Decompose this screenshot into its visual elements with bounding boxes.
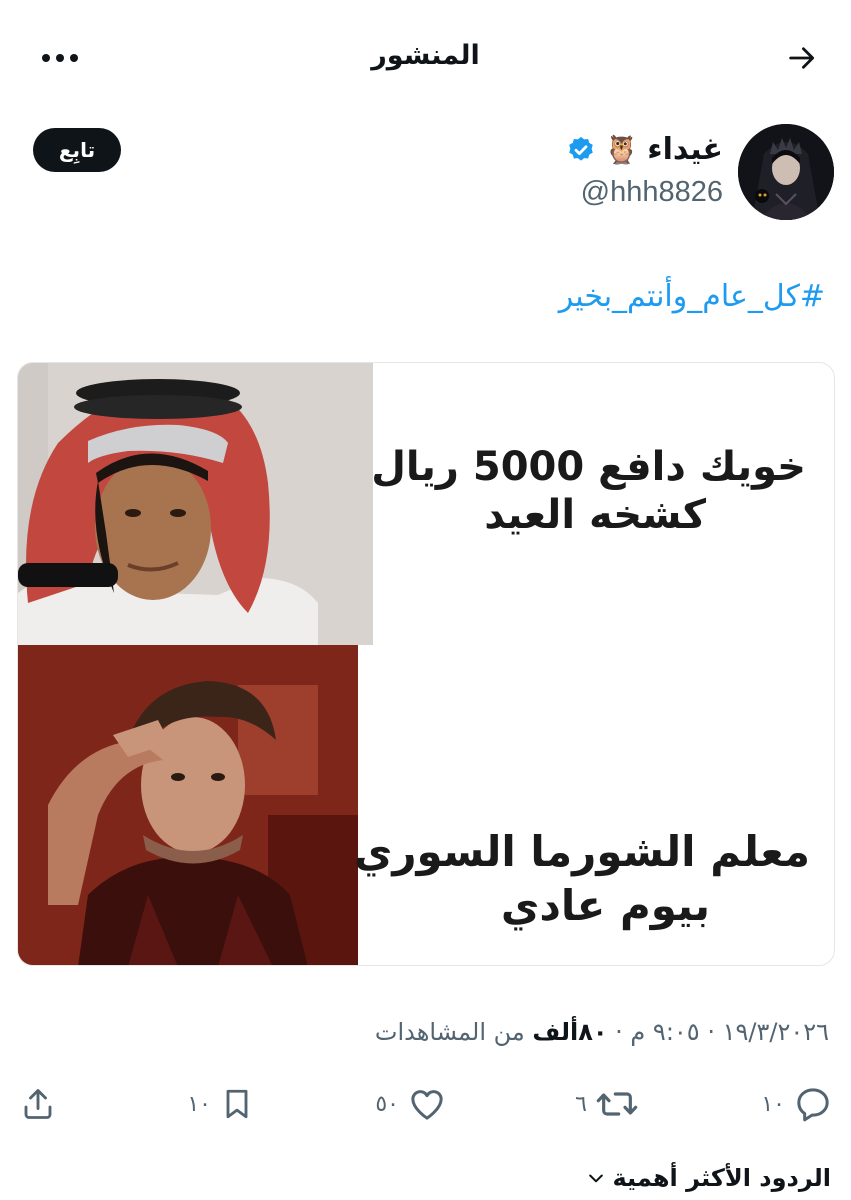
repost-icon <box>596 1092 638 1116</box>
reply-icon <box>797 1088 829 1122</box>
follow-button[interactable]: تابِع <box>33 128 121 172</box>
meme-caption-top-line1: خويك دافع 5000 ريال <box>371 444 806 490</box>
meme-photo-top <box>18 363 373 645</box>
more-horizontal-icon <box>42 54 78 62</box>
hashtag-link[interactable]: #كل_عام_وأنتم_بخير <box>559 272 825 322</box>
author-name-row: غيداء 🦉 <box>566 128 723 172</box>
replies-sort-dropdown[interactable]: الردود الأكثر أهمية <box>586 1164 831 1192</box>
repost-button[interactable]: ٦ <box>575 1080 639 1128</box>
bookmark-icon <box>226 1089 248 1119</box>
views-label: من المشاهدات <box>374 1018 525 1046</box>
share-icon <box>24 1089 52 1119</box>
chevron-down-icon <box>589 1174 604 1183</box>
author-name[interactable]: غيداء <box>647 130 723 170</box>
post-time: ٩:٠٥ م <box>630 1018 700 1046</box>
reply-count: ١٠ <box>761 1091 785 1117</box>
meta-separator: · <box>607 1018 623 1046</box>
like-button[interactable]: ٥٠ <box>375 1080 447 1128</box>
owl-emoji: 🦉 <box>604 133 640 166</box>
heart-icon <box>411 1090 443 1120</box>
avatar-image <box>738 124 834 220</box>
like-count: ٥٠ <box>375 1091 399 1117</box>
page-title: المنشور <box>371 40 480 71</box>
post-date: ١٩/٣/٢٠٢٦ <box>722 1018 829 1046</box>
meme-caption-bottom-line2: بيوم عادي <box>500 881 710 930</box>
post-meta: ١٩/٣/٢٠٢٦ · ٩:٠٥ م · ٨٠ألف من المشاهدات <box>375 1012 829 1052</box>
meta-separator: · <box>699 1018 715 1046</box>
meme-caption-top-line2: كشخه العيد <box>484 492 706 538</box>
avatar[interactable] <box>738 124 834 220</box>
views-count: ٨٠ألف <box>532 1018 608 1046</box>
meme-caption-bottom-line1: معلم الشورما السوري <box>353 827 810 876</box>
meme-photo-bottom <box>18 645 358 965</box>
reply-button[interactable]: ١٠ <box>761 1080 833 1128</box>
more-options-button[interactable] <box>36 36 84 80</box>
bookmark-count: ١٠ <box>187 1091 211 1117</box>
bookmark-button[interactable]: ١٠ <box>187 1080 255 1128</box>
replies-sort-label: الردود الأكثر أهمية <box>612 1164 831 1192</box>
verified-badge-icon <box>569 136 594 161</box>
repost-count: ٦ <box>575 1091 587 1117</box>
post-image[interactable]: خويك دافع 5000 ريال كشخه العيد معلم الشو… <box>17 362 835 966</box>
share-button[interactable] <box>20 1080 56 1128</box>
author-handle[interactable]: @hhh8826 <box>581 172 723 212</box>
